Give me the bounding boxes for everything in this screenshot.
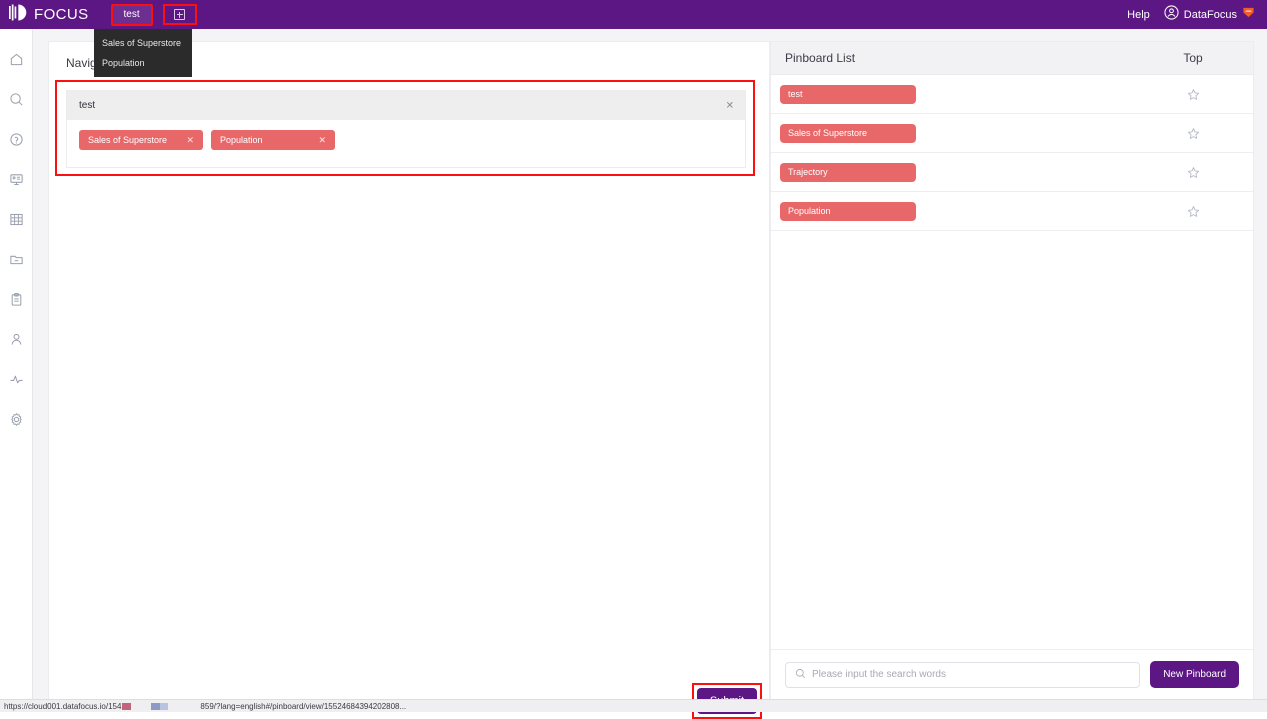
sidebar-item-table[interactable] <box>0 199 33 239</box>
add-tab-button[interactable] <box>163 4 197 25</box>
pinboard-list-title: Pinboard List <box>771 51 855 65</box>
chip-label: Population <box>220 135 263 145</box>
dropdown-item-population[interactable]: Population <box>94 53 192 73</box>
user-menu[interactable]: DataFocus <box>1164 5 1255 25</box>
sidebar-item-settings[interactable] <box>0 399 33 439</box>
search-box: test ✕ Sales of Superstore ✕ Population … <box>66 90 746 168</box>
help-link[interactable]: Help <box>1127 9 1150 21</box>
main-panel: Navigat test ✕ Sales of Superstore ✕ Pop… <box>48 41 770 700</box>
brand-text: FOCUS <box>34 6 89 23</box>
search-input[interactable] <box>812 669 1130 680</box>
user-circle-icon <box>1164 5 1179 25</box>
status-url-left: https://cloud001.datafocus.io/154 <box>0 702 121 711</box>
status-url-right: 859/?lang=english#/pinboard/view/1552468… <box>200 702 406 711</box>
status-swatch-red <box>122 703 131 710</box>
pinboard-footer: New Pinboard <box>771 649 1253 699</box>
clipboard-icon <box>9 292 24 307</box>
box-plus-icon <box>174 9 185 20</box>
pinboard-header: Pinboard List Top <box>771 42 1253 75</box>
pinboard-chip[interactable]: test <box>780 85 916 104</box>
pinboard-chip[interactable]: Sales of Superstore <box>780 124 916 143</box>
question-circle-icon <box>9 132 24 147</box>
table-row[interactable]: Trajectory <box>771 153 1253 192</box>
search-input-row[interactable]: test ✕ <box>67 91 745 120</box>
activity-pulse-icon <box>9 372 24 387</box>
tab-dropdown-menu[interactable]: Sales of Superstore Population <box>94 29 192 77</box>
sidebar-item-home[interactable] <box>0 39 33 79</box>
tab-strip: test <box>111 4 197 26</box>
sidebar <box>0 29 33 712</box>
pinboard-chip[interactable]: Trajectory <box>780 163 916 182</box>
pinboard-chip[interactable]: Population <box>780 202 916 221</box>
table-row[interactable]: Sales of Superstore <box>771 114 1253 153</box>
top-bar: FOCUS test Help DataFocus <box>0 0 1267 29</box>
new-pinboard-button[interactable]: New Pinboard <box>1150 661 1239 688</box>
sidebar-item-search[interactable] <box>0 79 33 119</box>
pinboard-panel: Pinboard List Top test Sales of Supersto… <box>770 41 1254 700</box>
sidebar-item-activity[interactable] <box>0 359 33 399</box>
star-outline-icon[interactable] <box>1133 205 1253 218</box>
tab-test[interactable]: test <box>111 4 153 26</box>
close-x-icon[interactable]: ✕ <box>318 135 326 146</box>
search-card: test ✕ Sales of Superstore ✕ Population … <box>55 80 755 176</box>
star-outline-icon[interactable] <box>1133 127 1253 140</box>
pinboard-search-box[interactable] <box>785 662 1140 688</box>
close-x-icon[interactable]: ✕ <box>726 100 734 111</box>
table-grid-icon <box>9 212 24 227</box>
sidebar-item-clipboard[interactable] <box>0 279 33 319</box>
sidebar-item-board[interactable] <box>0 159 33 199</box>
brand: FOCUS <box>9 4 89 26</box>
status-swatch-blue <box>151 703 160 710</box>
folder-minus-icon <box>9 252 24 267</box>
home-icon <box>9 52 24 67</box>
selected-chips: Sales of Superstore ✕ Population ✕ <box>67 120 745 160</box>
chip-label: Sales of Superstore <box>88 135 167 145</box>
dropdown-item-sales-of-superstore[interactable]: Sales of Superstore <box>94 33 192 53</box>
table-row[interactable]: test <box>771 75 1253 114</box>
table-row[interactable]: Population <box>771 192 1253 231</box>
focus-logo-icon <box>9 4 29 26</box>
pinboard-top-column-header: Top <box>1133 51 1253 65</box>
search-input[interactable]: test <box>79 100 95 111</box>
sidebar-item-question[interactable] <box>0 119 33 159</box>
sidebar-item-user[interactable] <box>0 319 33 359</box>
user-icon <box>9 332 24 347</box>
sidebar-item-folder[interactable] <box>0 239 33 279</box>
star-outline-icon[interactable] <box>1133 88 1253 101</box>
chip-sales-of-superstore[interactable]: Sales of Superstore ✕ <box>79 130 203 150</box>
chip-population[interactable]: Population ✕ <box>211 130 335 150</box>
gear-icon <box>9 412 24 427</box>
shield-badge-icon <box>1242 6 1255 24</box>
status-swatch-blue-light <box>160 703 168 710</box>
top-bar-right: Help DataFocus <box>1127 5 1255 25</box>
workspace: Navigat test ✕ Sales of Superstore ✕ Pop… <box>33 29 1267 699</box>
search-icon <box>9 92 24 107</box>
search-icon <box>795 666 806 684</box>
presentation-board-icon <box>9 172 24 187</box>
user-name: DataFocus <box>1184 9 1237 21</box>
star-outline-icon[interactable] <box>1133 166 1253 179</box>
browser-status-bar: https://cloud001.datafocus.io/154 859/?l… <box>0 699 1267 712</box>
close-x-icon[interactable]: ✕ <box>186 135 194 146</box>
